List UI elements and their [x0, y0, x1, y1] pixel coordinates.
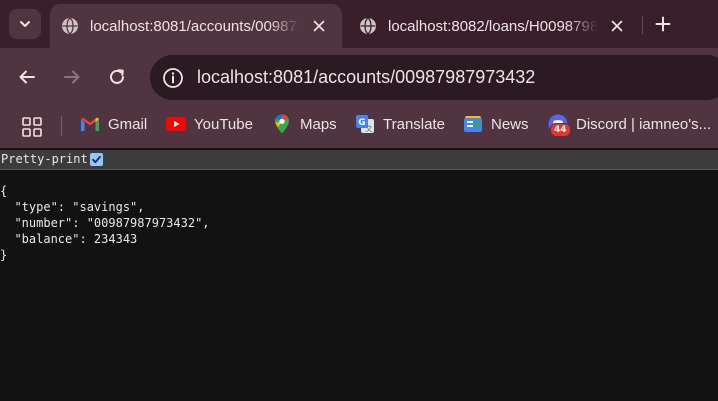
bookmark-gmail[interactable]: Gmail: [80, 106, 147, 142]
tab-strip: localhost:8081/accounts/00987987973432 l…: [0, 0, 718, 48]
checkmark-icon: [92, 155, 101, 164]
json-line: }: [0, 248, 8, 262]
close-icon: [611, 20, 623, 32]
notification-badge: 44: [550, 123, 571, 137]
close-tab-button[interactable]: [310, 17, 328, 35]
discord-icon: 44: [548, 114, 571, 137]
bookmark-label: YouTube: [194, 115, 253, 133]
apps-grid-icon[interactable]: [22, 117, 42, 137]
news-icon: [463, 114, 483, 134]
youtube-icon: [166, 114, 186, 134]
address-bar[interactable]: localhost:8081/accounts/00987987973432: [150, 55, 718, 100]
bookmark-label: Discord | iamneo's...: [576, 115, 712, 133]
url-text: localhost:8081/accounts/00987987973432: [197, 67, 536, 87]
json-line: "type": "savings",: [0, 200, 145, 214]
tab-title: localhost:8081/accounts/00987987973432: [90, 17, 300, 35]
pretty-print-checkbox[interactable]: [90, 153, 103, 166]
chevron-down-icon: [20, 21, 30, 27]
maps-icon: [272, 114, 292, 134]
pretty-print-bar: Pretty-print: [0, 150, 718, 170]
close-icon: [313, 20, 325, 32]
arrow-right-icon: [64, 70, 80, 84]
translate-icon: G 文: [355, 114, 375, 134]
json-line: "balance": 234343: [0, 232, 138, 246]
json-line: {: [0, 184, 8, 198]
tab-loans[interactable]: localhost:8082/loans/H00987987973432: [348, 4, 640, 48]
tab-search-button[interactable]: [9, 9, 41, 39]
pretty-print-label: Pretty-print: [1, 152, 88, 166]
bookmarks-divider: [61, 116, 62, 136]
reload-icon: [110, 69, 124, 84]
arrow-left-icon: [19, 70, 35, 84]
bookmark-label: Maps: [300, 115, 337, 133]
tab-title: localhost:8082/loans/H00987987973432: [388, 17, 598, 35]
bookmark-youtube[interactable]: YouTube: [166, 106, 253, 142]
plus-icon: [655, 16, 671, 32]
bookmark-maps[interactable]: Maps: [272, 106, 337, 142]
reload-button[interactable]: [102, 62, 132, 92]
globe-icon: [62, 17, 78, 35]
bookmarks-bar: Gmail YouTube Maps G 文 Translate News 44…: [0, 106, 718, 148]
bookmark-label: Translate: [383, 115, 445, 133]
json-line: "number": "00987987973432",: [0, 216, 210, 230]
bookmark-label: News: [491, 115, 529, 133]
tab-accounts[interactable]: localhost:8081/accounts/00987987973432: [50, 4, 342, 48]
bookmark-translate[interactable]: G 文 Translate: [355, 106, 445, 142]
info-icon: [163, 68, 183, 88]
bookmark-discord[interactable]: 44 Discord | iamneo's...: [548, 106, 711, 142]
toolbar: localhost:8081/accounts/00987987973432: [0, 48, 718, 106]
forward-button[interactable]: [57, 62, 87, 92]
globe-icon: [360, 17, 376, 35]
tab-divider: [642, 16, 643, 34]
json-body: { "type": "savings", "number": "00987987…: [0, 183, 210, 263]
new-tab-button[interactable]: [650, 11, 676, 37]
close-tab-button[interactable]: [608, 17, 626, 35]
bookmark-label: Gmail: [108, 115, 148, 133]
site-info-button[interactable]: [161, 66, 185, 90]
bookmark-news[interactable]: News: [463, 106, 529, 142]
gmail-icon: [80, 114, 100, 134]
back-button[interactable]: [12, 62, 42, 92]
svg-text:文: 文: [366, 124, 373, 133]
